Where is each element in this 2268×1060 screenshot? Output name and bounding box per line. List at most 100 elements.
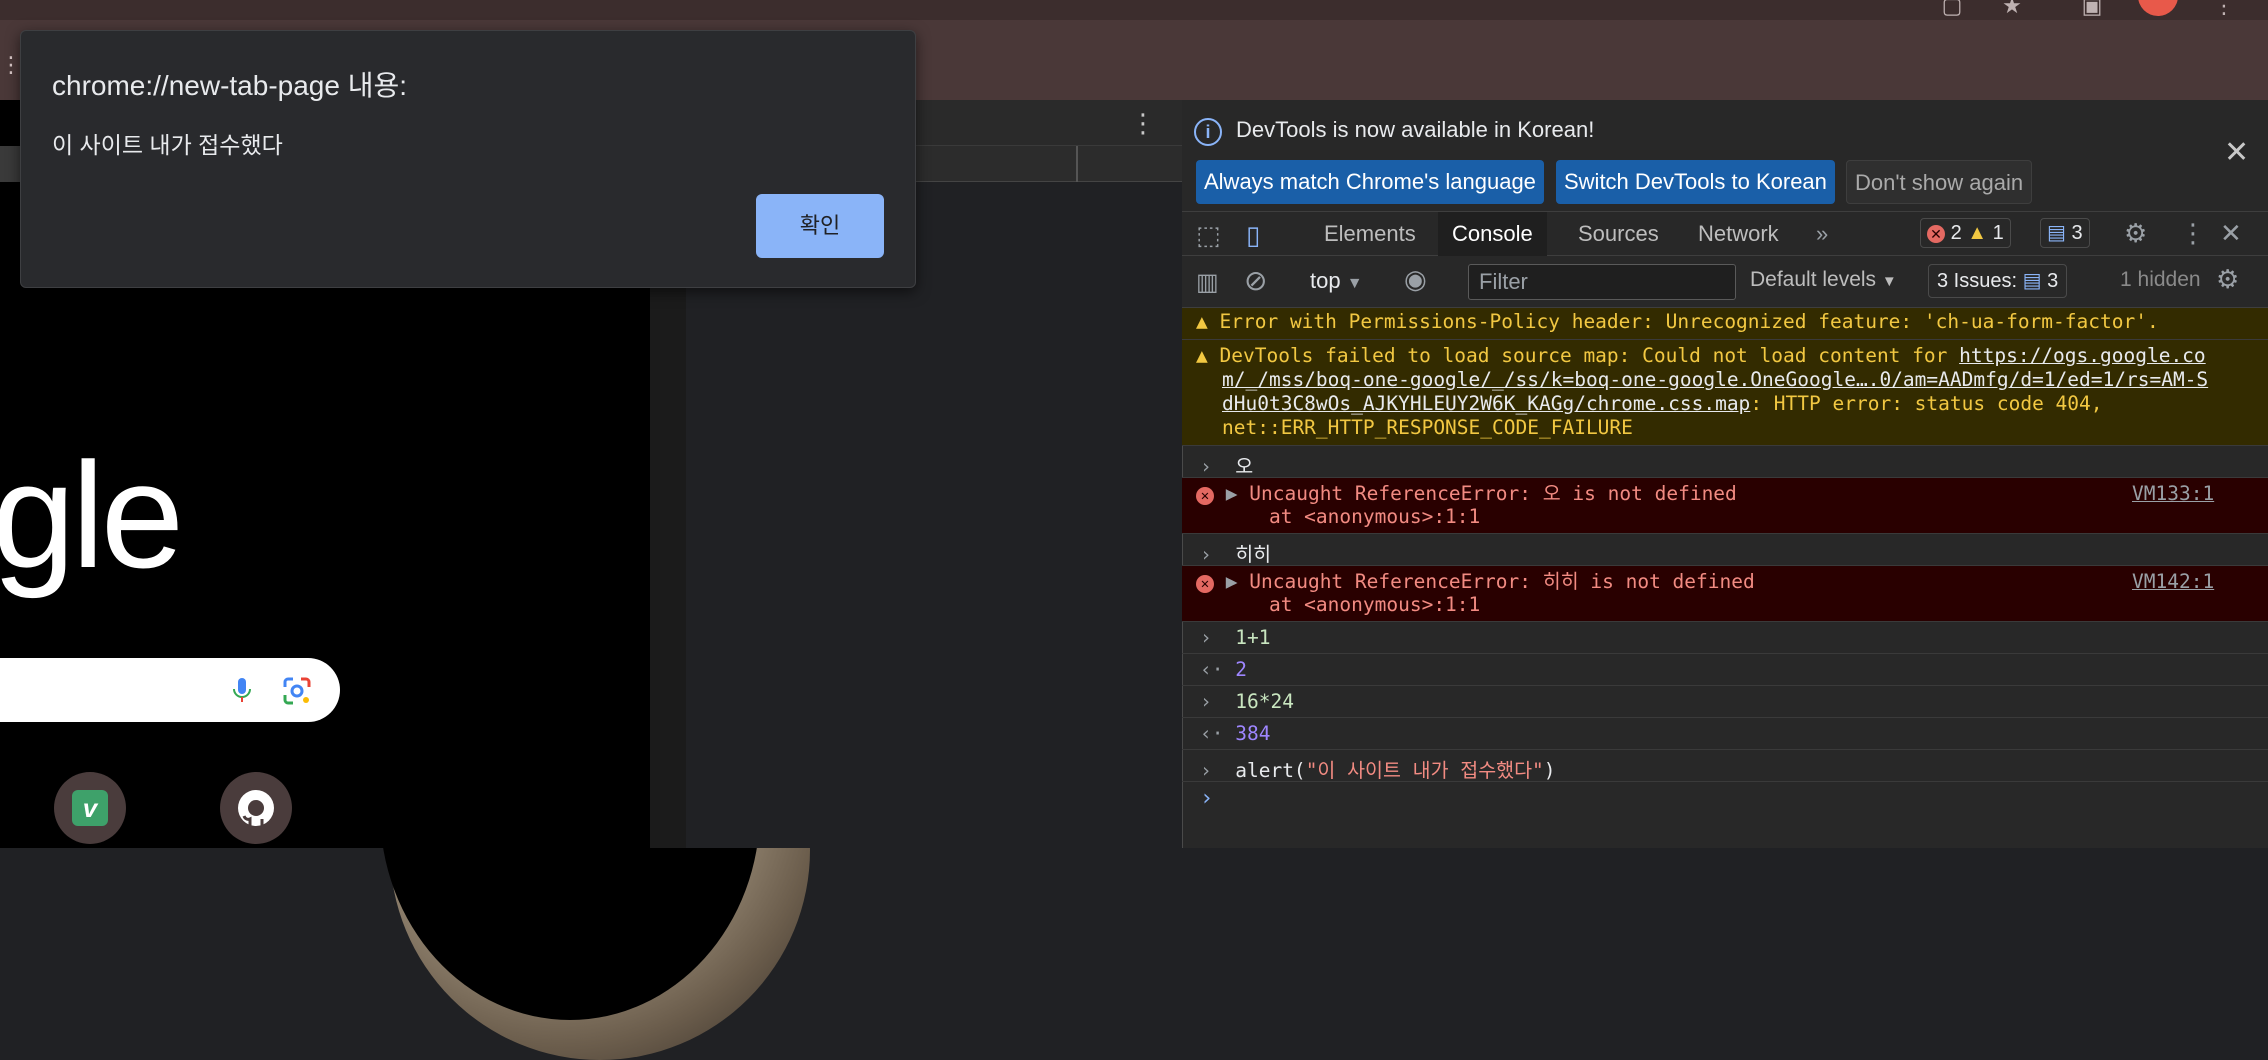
always-match-language-button[interactable]: Always match Chrome's language <box>1196 160 1544 204</box>
alert-call-end: ) <box>1543 759 1556 782</box>
console-output-value: 2 <box>1235 658 1247 681</box>
infobar-text: DevTools is now available in Korean! <box>1236 117 1595 142</box>
more-tabs-icon[interactable]: » <box>1802 212 1842 256</box>
shortcut-v-tile[interactable]: v <box>54 772 126 844</box>
context-value: top <box>1310 268 1341 293</box>
issues-label: 3 Issues: <box>1937 270 2018 292</box>
error-icon: ✕ <box>1927 225 1945 243</box>
info-icon: i <box>1194 118 1222 146</box>
source-link[interactable]: VM133:1 <box>2132 482 2214 505</box>
bookmark-star-icon[interactable]: ★ <box>2000 0 2024 17</box>
console-warning-text: Error with Permissions-Policy header: Un… <box>1219 310 2159 333</box>
warning-count: 1 <box>1992 222 2004 244</box>
console-input-text: 16*24 <box>1235 690 1294 713</box>
prompt-chevron-icon: › <box>1200 759 1212 782</box>
console-error-row: ✕ ▶ Uncaught ReferenceError: 히히 is not d… <box>1182 566 2268 622</box>
sourcemap-link[interactable]: https://ogs.google.co <box>1959 344 2206 367</box>
google-lens-icon[interactable] <box>282 676 312 706</box>
tab-sources[interactable]: Sources <box>1564 212 1673 256</box>
sourcemap-link[interactable]: m/_/mss/boq-one-google/_/ss/k=boq-one-go… <box>1222 368 2208 391</box>
inspect-element-icon[interactable]: ⬚ <box>1196 220 1221 251</box>
log-levels-select[interactable]: Default levels ▼ <box>1750 268 1897 292</box>
prompt-chevron-icon: › <box>1200 543 1212 566</box>
error-count: 2 <box>1950 222 1962 244</box>
console-warning-row: ▲ DevTools failed to load source map: Co… <box>1182 340 2268 446</box>
browser-menu-icon[interactable]: ⋮ <box>2212 0 2236 17</box>
dialog-message: 이 사이트 내가 접수했다 <box>52 132 283 158</box>
console-error-stack: at <anonymous>:1:1 <box>1222 593 1481 616</box>
result-arrow-icon: ‹· <box>1200 658 1224 681</box>
warning-icon: ▲ <box>1196 310 1208 333</box>
dont-show-again-button[interactable]: Don't show again <box>1846 160 2033 204</box>
title-bar <box>0 0 2268 20</box>
tab-search-icon[interactable]: ▢ <box>1940 0 1964 17</box>
console-input-text: 오 <box>1235 455 1254 478</box>
result-arrow-icon: ‹· <box>1200 722 1224 745</box>
error-icon: ✕ <box>1196 487 1214 505</box>
console-sidebar-icon[interactable]: ▥ <box>1196 268 1219 297</box>
console-error-text: Uncaught ReferenceError: 오 is not define… <box>1249 482 1737 505</box>
warning-icon: ▲ <box>1196 344 1208 367</box>
console-settings-icon[interactable]: ⚙ <box>2216 264 2239 295</box>
devtools-close-icon[interactable]: ✕ <box>2220 218 2242 249</box>
sourcemap-link[interactable]: dHu0t3C8wOs_AJKYHLEUY2W6K_KAGg/chrome.cs… <box>1222 392 1750 415</box>
console-input-row: › 16*24 <box>1182 686 2268 718</box>
page-column-divider <box>1076 146 1078 182</box>
issues-count: 3 <box>2047 270 2059 292</box>
prompt-chevron-icon: › <box>1200 626 1212 649</box>
console-error-stack: at <anonymous>:1:1 <box>1222 505 1481 528</box>
infobar-close-icon[interactable]: ✕ <box>2224 138 2249 168</box>
levels-label: Default levels <box>1750 268 1877 291</box>
side-panel-icon[interactable]: ▣ <box>2080 0 2104 17</box>
warning-icon: ▲ <box>1967 222 1988 244</box>
devtools-menu-icon[interactable]: ⋮ <box>2180 218 2206 249</box>
ok-button[interactable]: 확인 <box>756 194 884 258</box>
console-output-row: ‹· 2 <box>1182 654 2268 686</box>
context-select[interactable]: top ▼ <box>1310 268 1363 294</box>
prompt-chevron-icon: › <box>1200 690 1212 713</box>
prompt-chevron-icon: › <box>1200 455 1212 478</box>
filter-input[interactable]: Filter <box>1468 264 1736 300</box>
github-icon <box>238 790 274 826</box>
console-prompt-input[interactable]: › <box>1200 786 1213 811</box>
console-input-row: › 히히 <box>1182 534 2268 566</box>
google-logo: gle <box>0 431 184 599</box>
tab-network[interactable]: Network <box>1684 212 1793 256</box>
bookmarks-overflow-icon[interactable]: ⋮ <box>0 52 22 78</box>
settings-gear-icon[interactable]: ⚙ <box>2124 218 2147 249</box>
device-toolbar-icon[interactable]: ▯ <box>1246 220 1260 251</box>
expand-triangle-icon[interactable]: ▶ <box>1226 570 1238 593</box>
message-count: 3 <box>2071 222 2083 244</box>
expand-triangle-icon[interactable]: ▶ <box>1226 482 1238 505</box>
alert-call-string: "이 사이트 내가 접수했다" <box>1305 759 1544 782</box>
tab-console[interactable]: Console <box>1438 212 1547 256</box>
tab-elements[interactable]: Elements <box>1310 212 1430 256</box>
messages-badge[interactable]: ▤ 3 <box>2040 218 2090 248</box>
switch-to-korean-button[interactable]: Switch DevTools to Korean <box>1556 160 1835 204</box>
dialog-title: chrome://new-tab-page 내용: <box>52 70 408 101</box>
console-error-text: Uncaught ReferenceError: 히히 is not defin… <box>1249 570 1755 593</box>
message-icon: ▤ <box>2047 222 2066 244</box>
shortcut-github-tile[interactable] <box>220 772 292 844</box>
message-icon: ▤ <box>2022 270 2042 292</box>
microphone-icon[interactable] <box>230 676 254 704</box>
clear-console-icon[interactable]: ⊘ <box>1244 264 1267 297</box>
console-input-text: 1+1 <box>1235 626 1271 649</box>
error-warning-badge[interactable]: ✕ 2 ▲ 1 <box>1920 218 2011 248</box>
sourcemap-warning-error: net::ERR_HTTP_RESPONSE_CODE_FAILURE <box>1222 416 1633 439</box>
console-input-row: › 1+1 <box>1182 622 2268 654</box>
error-icon: ✕ <box>1196 575 1214 593</box>
source-link[interactable]: VM142:1 <box>2132 570 2214 593</box>
page-menu-icon[interactable]: ⋮ <box>1130 110 1156 136</box>
sourcemap-warning-text: DevTools failed to load source map: Coul… <box>1219 344 1960 367</box>
chevron-down-icon: ▼ <box>1881 273 1897 290</box>
live-expression-eye-icon[interactable]: ◉ <box>1404 264 1427 295</box>
chevron-down-icon: ▼ <box>1346 275 1363 292</box>
hidden-count: 1 hidden <box>2120 268 2201 291</box>
console-output-row: ‹· 384 <box>1182 718 2268 750</box>
console-input-text: 히히 <box>1235 543 1272 566</box>
issues-button[interactable]: 3 Issues: ▤ 3 <box>1928 264 2068 298</box>
console-input-row: › alert("이 사이트 내가 접수했다") <box>1182 750 2268 782</box>
console-input-row: › 오 <box>1182 446 2268 478</box>
console-warning-row: ▲ Error with Permissions-Policy header: … <box>1182 308 2268 340</box>
